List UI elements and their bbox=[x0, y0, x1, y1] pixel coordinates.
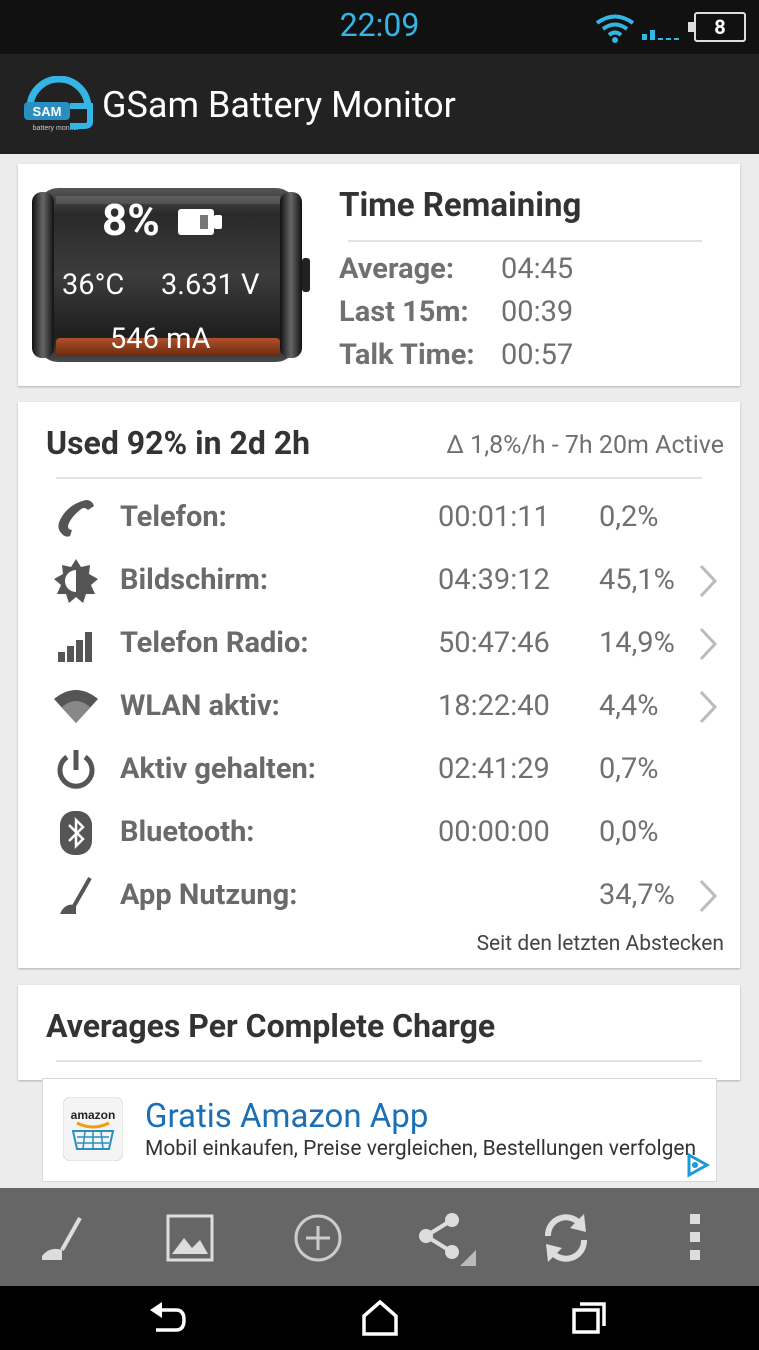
battery-percent: 8% bbox=[102, 194, 160, 246]
brightness-icon bbox=[54, 559, 98, 603]
usage-row-app-nutzung[interactable]: App Nutzung: 34,7% bbox=[18, 866, 740, 926]
charging-plug-icon bbox=[178, 209, 222, 235]
gauge-icon bbox=[60, 877, 92, 914]
bottom-toolbar bbox=[0, 1188, 759, 1286]
image-icon[interactable] bbox=[162, 1210, 218, 1266]
usage-row-telefon-radio[interactable]: Telefon Radio: 50:47:46 14,9% bbox=[18, 614, 740, 674]
battery-status-card: 8% 36°C 3.631 V 546 mA Time Remaining Av… bbox=[18, 164, 740, 386]
chevron-right-icon[interactable] bbox=[698, 626, 718, 662]
logo-text: SAM bbox=[33, 104, 62, 119]
signal-icon bbox=[642, 30, 679, 40]
battery-current: 546 mA bbox=[110, 322, 211, 356]
add-circle-icon[interactable] bbox=[290, 1210, 346, 1266]
overflow-menu-icon[interactable] bbox=[668, 1210, 724, 1266]
adchoices-icon[interactable] bbox=[683, 1151, 711, 1179]
averages-card: Averages Per Complete Charge bbox=[18, 985, 740, 1080]
ad-logo-text: amazon bbox=[71, 1108, 116, 1122]
battery-voltage: 3.631 V bbox=[161, 268, 260, 302]
share-icon[interactable] bbox=[412, 1210, 478, 1266]
ad-title[interactable]: Gratis Amazon App bbox=[145, 1097, 428, 1136]
status-bar: 22:09 8 bbox=[0, 0, 759, 54]
chevron-right-icon[interactable] bbox=[698, 689, 718, 725]
usage-row-bluetooth[interactable]: Bluetooth: 00:00:00 0,0% bbox=[18, 803, 740, 863]
gauge-icon[interactable] bbox=[36, 1210, 92, 1266]
divider bbox=[56, 1060, 702, 1062]
power-icon bbox=[57, 750, 95, 789]
usage-row-bildschirm[interactable]: Bildschirm: 04:39:12 45,1% bbox=[18, 551, 740, 611]
amazon-logo-icon: amazon bbox=[63, 1097, 123, 1161]
signal-bars-icon bbox=[58, 632, 92, 662]
app-logo-icon: SAM battery monitor bbox=[24, 76, 93, 132]
usage-card: Used 92% in 2d 2h Δ 1,8%/h - 7h 20m Acti… bbox=[18, 402, 740, 968]
usage-row-telefon[interactable]: Telefon: 00:01:11 0,2% bbox=[18, 488, 740, 548]
wifi-icon bbox=[54, 690, 98, 723]
refresh-icon[interactable] bbox=[538, 1210, 594, 1266]
usage-title: Used 92% in 2d 2h bbox=[46, 424, 311, 462]
usage-rate: Δ 1,8%/h - 7h 20m Active bbox=[446, 431, 724, 460]
back-icon[interactable] bbox=[148, 1300, 188, 1336]
recents-icon[interactable] bbox=[570, 1300, 610, 1336]
wifi-icon bbox=[595, 14, 635, 43]
usage-footer: Seit den letzten Abstecken bbox=[476, 932, 724, 956]
usage-row-aktiv-gehalten[interactable]: Aktiv gehalten: 02:41:29 0,7% bbox=[18, 740, 740, 800]
divider bbox=[56, 477, 702, 479]
usage-row-wlan[interactable]: WLAN aktiv: 18:22:40 4,4% bbox=[18, 677, 740, 737]
bluetooth-icon bbox=[60, 811, 92, 855]
battery-level: 8 bbox=[714, 15, 726, 39]
battery-temperature: 36°C bbox=[62, 268, 125, 302]
divider bbox=[348, 240, 702, 242]
chevron-right-icon[interactable] bbox=[698, 878, 718, 914]
ad-subtitle: Mobil einkaufen, Preise vergleichen, Bes… bbox=[145, 1137, 697, 1161]
averages-title: Averages Per Complete Charge bbox=[46, 1007, 496, 1045]
action-bar: SAM battery monitor GSam Battery Monitor bbox=[0, 54, 759, 154]
home-icon[interactable] bbox=[360, 1300, 400, 1336]
navigation-bar bbox=[0, 1286, 759, 1350]
phone-icon bbox=[58, 500, 94, 537]
ad-banner[interactable]: amazon Gratis Amazon App Mobil einkaufen… bbox=[42, 1078, 717, 1182]
app-title: GSam Battery Monitor bbox=[102, 84, 456, 126]
time-remaining-title: Time Remaining bbox=[339, 186, 582, 225]
battery-icon: 8 bbox=[688, 12, 746, 42]
chevron-right-icon[interactable] bbox=[698, 563, 718, 599]
